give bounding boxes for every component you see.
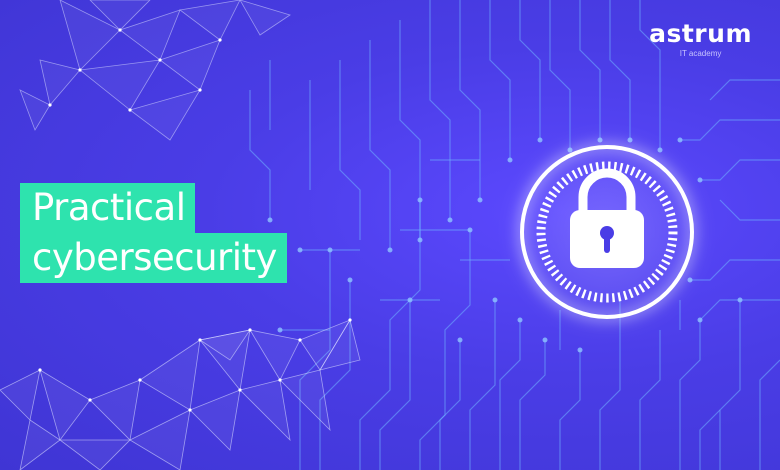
brand-tagline: IT academy (679, 49, 722, 58)
hero-banner: astrum IT academy Practical cybersecurit… (0, 0, 780, 470)
brand-name: astrum (649, 19, 752, 48)
title-line-1: Practical (20, 183, 196, 233)
page-title: Practical cybersecurity (20, 183, 287, 283)
title-line-2: cybersecurity (20, 233, 287, 283)
brand-logo[interactable]: astrum IT academy (649, 20, 752, 59)
